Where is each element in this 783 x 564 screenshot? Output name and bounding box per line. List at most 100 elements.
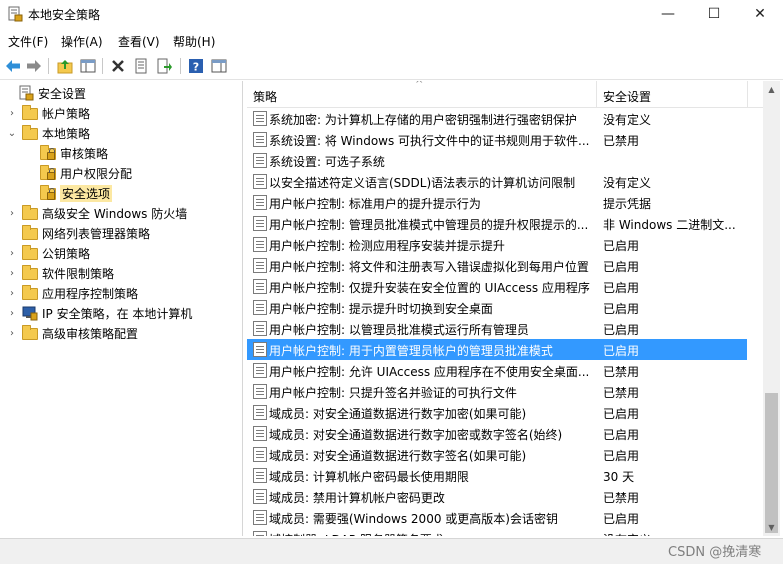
chevron-right-icon[interactable]: › xyxy=(6,268,18,279)
minimize-button[interactable]: — xyxy=(645,0,691,28)
chevron-down-icon[interactable]: ⌄ xyxy=(6,128,18,139)
menu-view[interactable]: 查看(V) xyxy=(118,33,160,50)
policy-item-icon xyxy=(253,132,267,147)
tree-item-software-restriction[interactable]: › 软件限制策略 xyxy=(6,263,114,283)
tree-item-audit-policy[interactable]: 审核策略 xyxy=(24,143,108,163)
policy-name: 用户帐户控制: 将文件和注册表写入错误虚拟化到每用户位置 xyxy=(269,260,589,274)
maximize-icon: ☐ xyxy=(707,6,721,22)
policy-name: 用户帐户控制: 标准用户的提升提示行为 xyxy=(269,197,481,211)
tree-item-windows-firewall[interactable]: › 高级安全 Windows 防火墙 xyxy=(6,203,187,223)
tree-item-label: 安全选项 xyxy=(60,184,113,202)
menu-action[interactable]: 操作(A) xyxy=(61,33,103,50)
tree-item-ip-security[interactable]: › IP 安全策略，在 本地计算机 xyxy=(6,303,192,323)
tree-item-security-settings[interactable]: 安全设置 xyxy=(2,83,86,103)
chevron-right-icon[interactable]: › xyxy=(6,208,18,219)
close-button[interactable]: ✕ xyxy=(737,0,783,28)
tree-item-label: 安全设置 xyxy=(38,86,87,101)
policy-row[interactable]: 以安全描述符定义语言(SDDL)语法表示的计算机访问限制 没有定义 xyxy=(247,171,747,192)
policy-item-icon xyxy=(253,111,267,126)
policy-setting-value: 已禁用 xyxy=(603,491,640,505)
export-list-icon xyxy=(157,58,172,74)
policy-row[interactable]: 用户帐户控制: 管理员批准模式中管理员的提升权限提示的... 非 Windows … xyxy=(247,213,747,234)
tree-item-label: 应用程序控制策略 xyxy=(42,286,139,301)
show-hide-tree-button[interactable] xyxy=(78,56,98,76)
policy-row[interactable]: 用户帐户控制: 提示提升时切换到安全桌面 已启用 xyxy=(247,297,747,318)
forward-button[interactable] xyxy=(24,56,44,76)
tree-item-network-list-manager[interactable]: 网络列表管理器策略 xyxy=(6,223,150,243)
column-header-policy[interactable]: 策略 xyxy=(253,88,277,105)
chevron-right-icon[interactable]: › xyxy=(6,108,18,119)
up-one-level-button[interactable] xyxy=(55,56,75,76)
policy-row[interactable]: 用户帐户控制: 仅提升安装在安全位置的 UIAccess 应用程序 已启用 xyxy=(247,276,747,297)
policy-row[interactable]: 用户帐户控制: 将文件和注册表写入错误虚拟化到每用户位置 已启用 xyxy=(247,255,747,276)
help-button[interactable]: ? xyxy=(186,56,206,76)
policy-row[interactable]: 域成员: 对安全通道数据进行数字加密(如果可能) 已启用 xyxy=(247,402,747,423)
tree-item-application-control[interactable]: › 应用程序控制策略 xyxy=(6,283,138,303)
vertical-scrollbar[interactable]: ▲ ▼ xyxy=(763,81,780,536)
policy-name: 系统设置: 将 Windows 可执行文件中的证书规则用于软件... xyxy=(269,134,590,148)
policy-row[interactable]: 系统设置: 可选子系统 xyxy=(247,150,747,171)
policy-setting-value: 已启用 xyxy=(603,323,640,337)
export-list-button[interactable] xyxy=(154,56,174,76)
folder-lock-icon xyxy=(40,145,56,161)
policy-row[interactable]: 用户帐户控制: 允许 UIAccess 应用程序在不使用安全桌面... 已禁用 xyxy=(247,360,747,381)
policy-item-icon xyxy=(253,405,267,420)
policy-name: 用户帐户控制: 提示提升时切换到安全桌面 xyxy=(269,302,493,316)
scrollbar-thumb[interactable] xyxy=(765,393,778,533)
policy-list[interactable]: ^ 策略 安全设置 系统加密: 为计算机上存储的用户密钥强制进行强密钥保护 没有定… xyxy=(247,81,763,536)
policy-row[interactable]: 域控制器: LDAP 服务器签名要求 没有定义 xyxy=(247,528,747,536)
tree-item-account-policies[interactable]: › 帐户策略 xyxy=(6,103,90,123)
policy-item-icon xyxy=(253,237,267,252)
tree-item-local-policies[interactable]: ⌄ 本地策略 xyxy=(6,123,90,143)
column-divider[interactable] xyxy=(596,81,597,108)
back-button[interactable] xyxy=(3,56,23,76)
policy-row[interactable]: 用户帐户控制: 用于内置管理员帐户的管理员批准模式 已启用 xyxy=(247,339,747,360)
policy-item-icon xyxy=(253,531,267,536)
menu-help[interactable]: 帮助(H) xyxy=(173,33,215,50)
maximize-button[interactable]: ☐ xyxy=(691,0,737,28)
folder-icon xyxy=(22,225,38,241)
folder-icon xyxy=(22,265,38,281)
scroll-up-arrow-icon[interactable]: ▲ xyxy=(763,81,780,98)
tree-item-user-rights-assignment[interactable]: 用户权限分配 xyxy=(24,163,132,183)
policy-row[interactable]: 用户帐户控制: 以管理员批准模式运行所有管理员 已启用 xyxy=(247,318,747,339)
policy-name: 域成员: 对安全通道数据进行数字签名(如果可能) xyxy=(269,449,527,463)
column-divider[interactable] xyxy=(747,81,748,108)
policy-setting-value: 没有定义 xyxy=(603,176,652,190)
tree-item-public-key-policies[interactable]: › 公钥策略 xyxy=(6,243,90,263)
local-security-policy-icon xyxy=(8,6,23,22)
policy-item-icon xyxy=(253,384,267,399)
column-header-security-setting[interactable]: 安全设置 xyxy=(603,88,651,105)
policy-row[interactable]: 域成员: 计算机帐户密码最长使用期限 30 天 xyxy=(247,465,747,486)
tree-item-security-options[interactable]: 安全选项 xyxy=(24,183,113,203)
tree-item-label: 审核策略 xyxy=(60,146,109,161)
tree-item-advanced-audit[interactable]: › 高级审核策略配置 xyxy=(6,323,138,343)
policy-row[interactable]: 域成员: 需要强(Windows 2000 或更高版本)会话密钥 已启用 xyxy=(247,507,747,528)
policy-row[interactable]: 用户帐户控制: 标准用户的提升提示行为 提示凭据 xyxy=(247,192,747,213)
policy-row[interactable]: 用户帐户控制: 只提升签名并验证的可执行文件 已禁用 xyxy=(247,381,747,402)
tree-item-label: 本地策略 xyxy=(42,126,91,141)
scroll-down-arrow-icon[interactable]: ▼ xyxy=(763,519,780,536)
show-action-pane-button[interactable] xyxy=(209,56,229,76)
delete-button[interactable] xyxy=(108,56,128,76)
chevron-right-icon[interactable]: › xyxy=(6,308,18,319)
policy-row[interactable]: 域成员: 禁用计算机帐户密码更改 已禁用 xyxy=(247,486,747,507)
policy-item-icon xyxy=(253,426,267,441)
toolbar-separator xyxy=(48,58,49,74)
policy-setting-value: 已禁用 xyxy=(603,134,640,148)
menu-file[interactable]: 文件(F) xyxy=(8,33,48,50)
properties-button[interactable] xyxy=(131,56,151,76)
policy-setting-value: 已启用 xyxy=(603,260,640,274)
policy-row[interactable]: 用户帐户控制: 检测应用程序安装并提示提升 已启用 xyxy=(247,234,747,255)
policy-row[interactable]: 系统设置: 将 Windows 可执行文件中的证书规则用于软件... 已禁用 xyxy=(247,129,747,150)
console-tree[interactable]: 安全设置 › 帐户策略 ⌄ 本地策略 审核策略 用户权限分配 安全选项 › 高级… xyxy=(0,81,243,536)
policy-row[interactable]: 系统加密: 为计算机上存储的用户密钥强制进行强密钥保护 没有定义 xyxy=(247,108,747,129)
policy-setting-value: 已禁用 xyxy=(603,386,640,400)
chevron-right-icon[interactable]: › xyxy=(6,288,18,299)
chevron-right-icon[interactable]: › xyxy=(6,248,18,259)
policy-row[interactable]: 域成员: 对安全通道数据进行数字加密或数字签名(始终) 已启用 xyxy=(247,423,747,444)
chevron-right-icon[interactable]: › xyxy=(6,328,18,339)
policy-row[interactable]: 域成员: 对安全通道数据进行数字签名(如果可能) 已启用 xyxy=(247,444,747,465)
toolbar: ? xyxy=(0,52,783,80)
minimize-icon: — xyxy=(661,6,675,22)
